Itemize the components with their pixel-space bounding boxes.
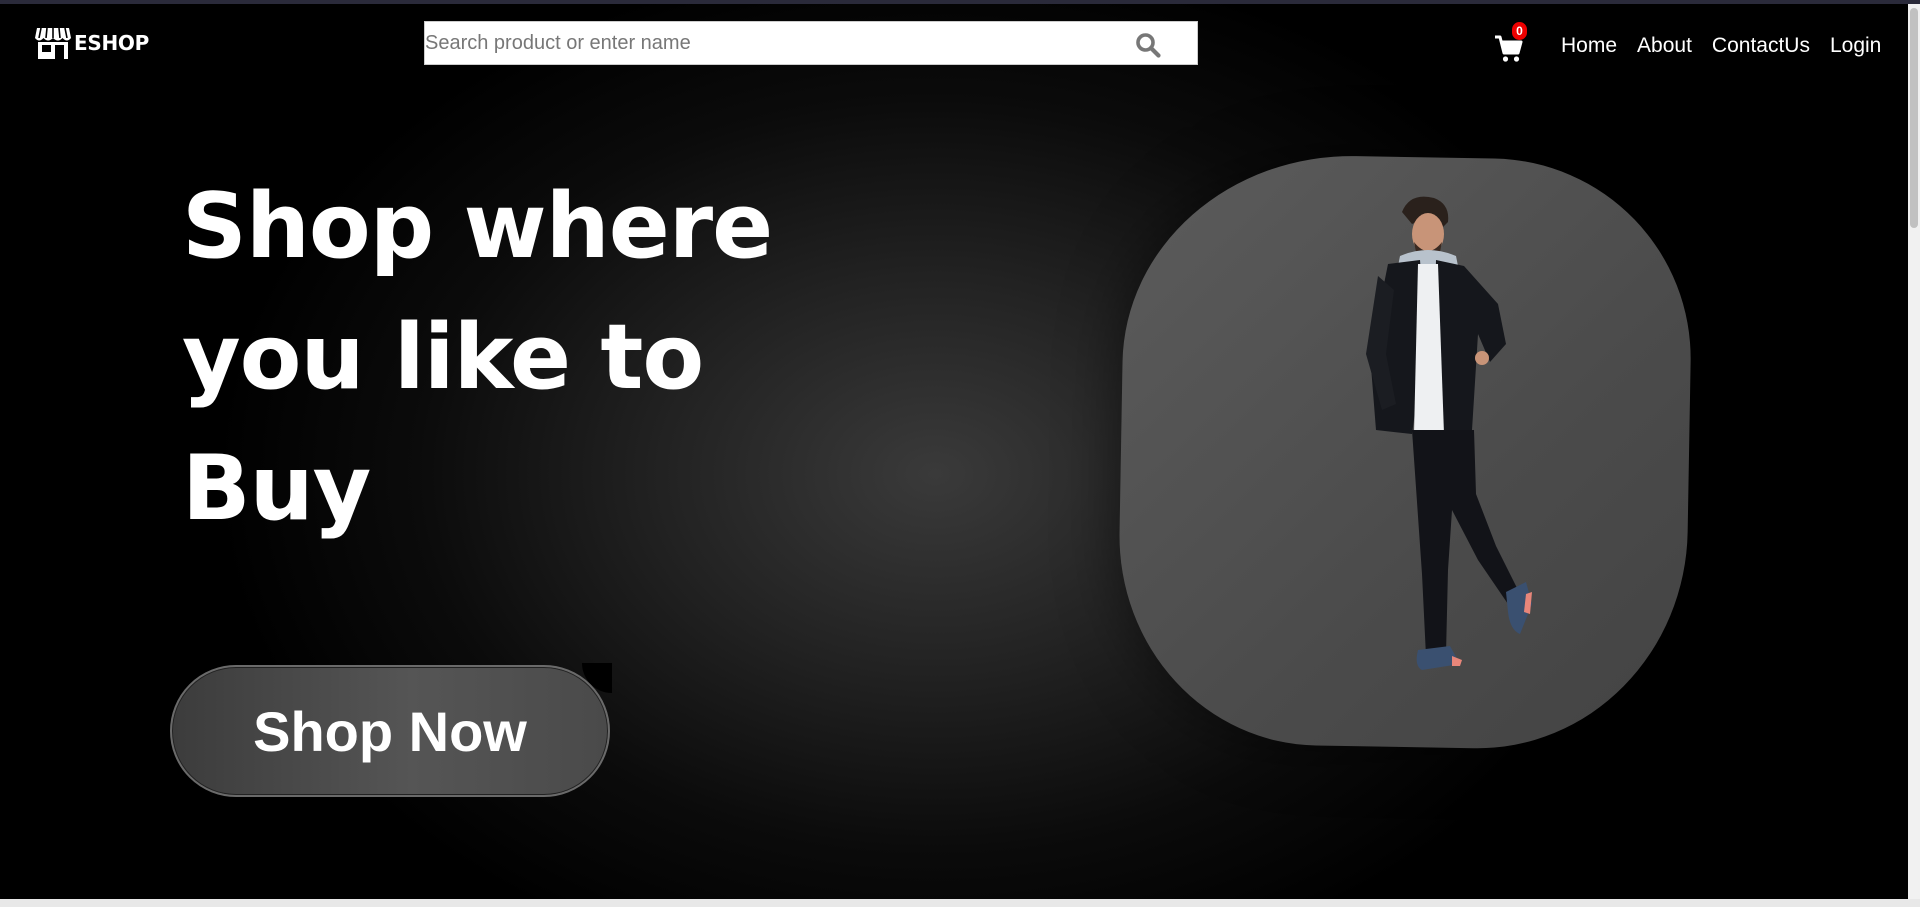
shop-now-button[interactable]: Shop Now xyxy=(170,663,612,797)
search-input[interactable] xyxy=(425,23,1125,63)
search-icon[interactable] xyxy=(1135,32,1161,58)
scrollbar-thumb[interactable] xyxy=(1910,8,1918,228)
page: ESHOP 0 Home About ContactUs Login Shop … xyxy=(0,4,1908,899)
hero-headline: Shop where you like to Buy xyxy=(182,161,822,554)
page-scrollbar[interactable] xyxy=(1908,4,1920,899)
bottom-edge xyxy=(0,899,1920,907)
nav-contact-link[interactable]: ContactUs xyxy=(1712,34,1810,58)
fashion-model-photo xyxy=(1366,196,1532,670)
hero-headline-line: you like to xyxy=(182,305,704,410)
cart-count-badge: 0 xyxy=(1512,22,1527,40)
storefront-icon xyxy=(34,26,72,60)
nav-home-link[interactable]: Home xyxy=(1561,34,1617,58)
main-nav: Home About ContactUs Login xyxy=(1561,34,1881,58)
brand-logo[interactable]: ESHOP xyxy=(34,26,149,60)
nav-about-link[interactable]: About xyxy=(1637,34,1692,58)
cart-button[interactable]: 0 xyxy=(1494,22,1528,62)
search-bar xyxy=(424,21,1198,65)
hero-headline-line: Shop where xyxy=(182,174,773,279)
hero-headline-line: Buy xyxy=(182,436,371,541)
shop-now-label: Shop Now xyxy=(253,699,527,763)
nav-login-link[interactable]: Login xyxy=(1830,34,1881,58)
brand-name: ESHOP xyxy=(74,31,149,55)
